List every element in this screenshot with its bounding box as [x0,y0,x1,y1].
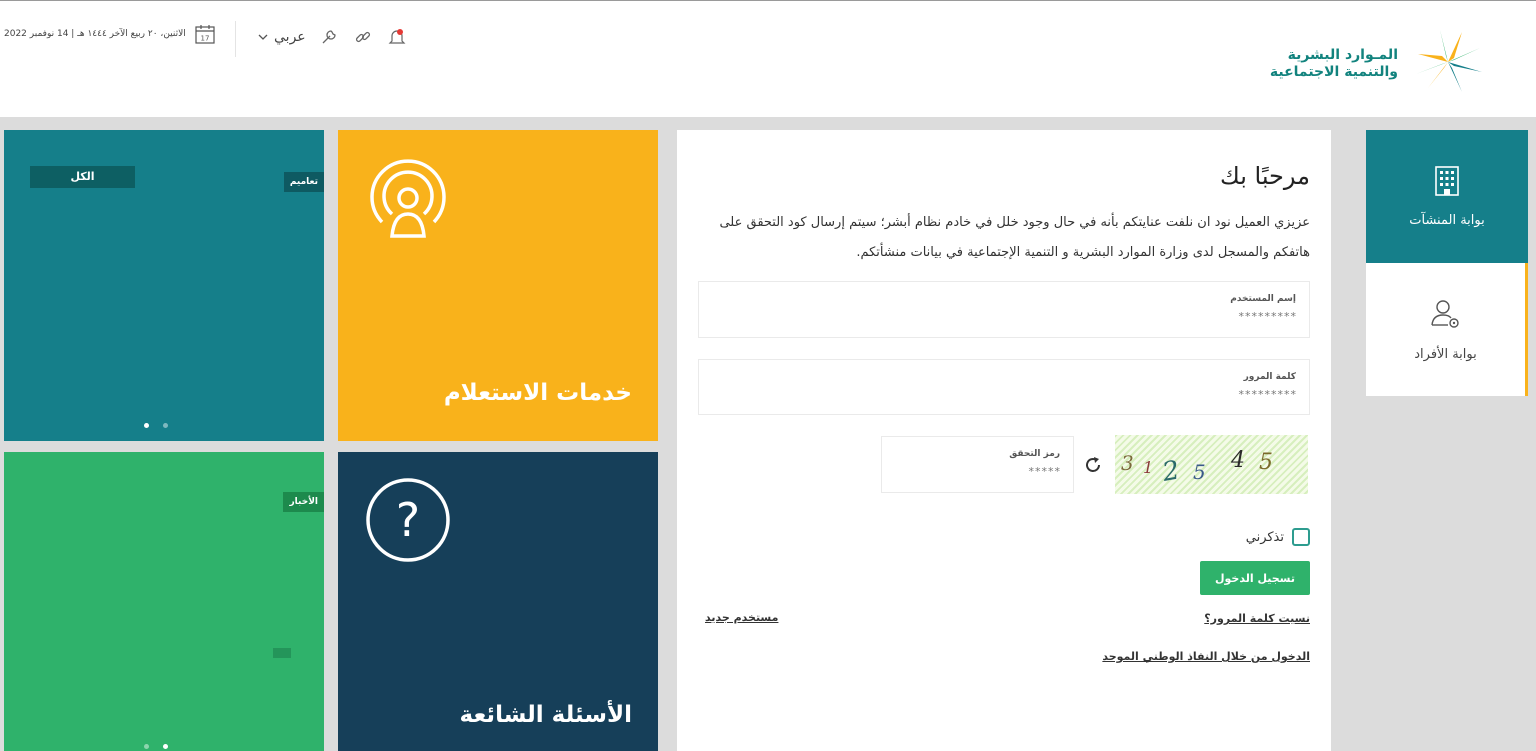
login-button[interactable]: تسجيل الدخول [1200,561,1310,595]
captcha-input[interactable] [889,465,1061,478]
pager-dot[interactable] [144,423,149,428]
question-mark-glyph: ? [396,493,420,547]
circulars-tile[interactable]: الكل تعاميم [4,130,324,441]
bell-icon[interactable] [386,26,408,48]
welcome-heading: مرحبًا بك [1219,162,1310,190]
circulars-pager [144,423,168,428]
news-tile[interactable]: الأخبار [4,452,324,751]
news-tag: الأخبار [283,492,324,512]
header-tools: عربي [258,26,408,48]
password-field[interactable]: كلمة المرور [698,359,1310,415]
tab-individuals-portal[interactable]: بوابة الأفراد [1366,263,1528,396]
captcha-char: 5 [1259,450,1273,475]
login-card: مرحبًا بك عزيزي العميل نود ان نلفت عنايت… [677,130,1331,751]
captcha-char: 2 [1159,455,1181,488]
password-input[interactable] [748,388,1297,401]
tab-establishments-label: بوابة المنشآت [1409,213,1485,228]
captcha-char: 5 [1193,460,1206,484]
logo-line-1: المـوارد البشرية [1287,47,1398,63]
calendar-number: 17 [200,35,209,43]
inquiry-services-tile[interactable]: خدمات الاستعلام [338,130,658,441]
news-placeholder [273,648,291,658]
forgot-password-link[interactable]: نسيت كلمة المرور؟ [1204,612,1310,625]
chevron-down-icon [258,29,268,45]
captcha-image: 3 1 2 5 4 5 [1115,435,1308,494]
logo-star-icon [1408,29,1488,99]
building-icon [1434,165,1460,201]
calendar-icon: 17 [194,23,216,45]
date-group: الاثنين، ٢٠ ربيع الآخر ١٤٤٤ هـ | 14 نوفم… [4,23,216,45]
date-text: الاثنين، ٢٠ ربيع الآخر ١٤٤٤ هـ | 14 نوفم… [4,29,186,39]
question-circle-icon: ? [364,476,452,568]
link-icon[interactable] [352,26,374,48]
captcha-field[interactable]: رمز التحقق [881,436,1074,493]
username-field[interactable]: إسم المستخدم [698,281,1310,338]
remember-label: تذكرني [1245,529,1284,545]
portal-tabs: بوابة المنشآت بوابة الأفراد [1366,130,1528,396]
tab-individuals-label: بوابة الأفراد [1414,347,1477,362]
logo-line-2: والتنمية الاجتماعية [1269,64,1398,80]
news-pager [144,744,168,749]
password-label: كلمة المرور [1243,372,1296,382]
inquiry-services-title: خدمات الاستعلام [443,380,632,406]
pager-dot[interactable] [163,423,168,428]
faq-tile[interactable]: ? الأسئلة الشائعة [338,452,658,751]
captcha-label: رمز التحقق [1009,449,1060,459]
remember-checkbox[interactable] [1292,528,1310,546]
username-label: إسم المستخدم [1230,294,1296,304]
pager-dot[interactable] [163,744,168,749]
tab-establishments-portal[interactable]: بوابة المنشآت [1366,130,1528,263]
top-header: الاثنين، ٢٠ ربيع الآخر ١٤٤٤ هـ | 14 نوفم… [0,0,1536,117]
refresh-captcha-icon[interactable] [1083,455,1103,475]
remember-me[interactable]: تذكرني [1246,528,1310,546]
intro-text: عزيزي العميل نود ان نلفت عنايتكم بأنه في… [719,215,1310,260]
faq-title: الأسئلة الشائعة [459,702,633,728]
broadcast-person-icon [364,154,452,246]
header-divider [235,21,236,57]
filter-all-button[interactable]: الكل [30,166,135,188]
captcha-char: 1 [1143,458,1153,477]
nafath-login-link[interactable]: الدخول من خلال النفاذ الوطني الموحد [1102,650,1310,663]
circulars-tag: تعاميم [283,172,324,192]
language-selector[interactable]: عربي [258,29,306,45]
pager-dot[interactable] [144,744,149,749]
logo-text: المـوارد البشرية والتنمية الاجتماعية [1270,47,1398,81]
new-user-link[interactable]: مستخدم جديد [705,611,778,624]
wrench-icon[interactable] [318,26,340,48]
username-input[interactable] [748,310,1297,323]
user-gear-icon [1429,297,1463,335]
ministry-logo[interactable]: المـوارد البشرية والتنمية الاجتماعية [1270,29,1488,99]
language-label: عربي [274,29,306,45]
captcha-char: 4 [1230,448,1245,473]
captcha-char: 3 [1121,451,1134,475]
